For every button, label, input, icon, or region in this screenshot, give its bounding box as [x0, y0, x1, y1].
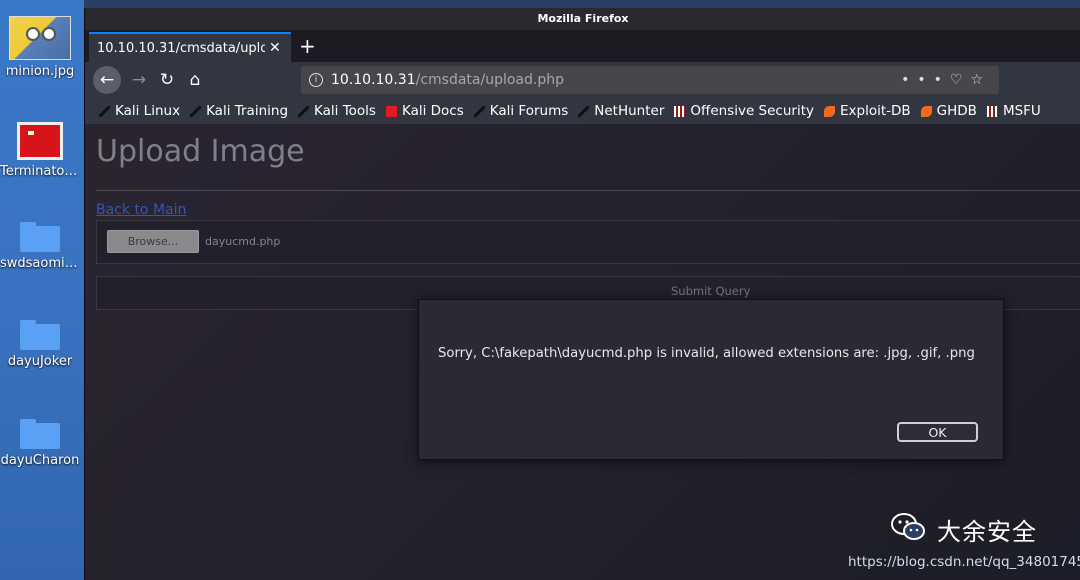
new-tab-button[interactable]: +	[299, 33, 316, 59]
bookmark-label: Kali Linux	[115, 103, 181, 119]
bookmark-msfu[interactable]: MSFU	[986, 103, 1041, 119]
bookmark-kali-training[interactable]: Kali Training	[190, 103, 288, 119]
bookmark-kali-linux[interactable]: Kali Linux	[99, 103, 180, 119]
wechat-icon	[891, 513, 925, 540]
back-button[interactable]: ←	[93, 66, 121, 94]
desktop-icon-label: dayuCharon	[0, 453, 80, 468]
home-button[interactable]: ⌂	[181, 66, 209, 94]
desktop-icon-swdsaomiao[interactable]: swdsaomiao	[0, 222, 80, 271]
kali-dragon-icon	[473, 105, 485, 117]
url-bar[interactable]: i 10.10.10.31/cmsdata/upload.php •••♡☆	[301, 66, 999, 94]
file-upload-field: Browse... dayucmd.php	[96, 220, 1080, 264]
bookmark-ghdb[interactable]: GHDB	[920, 103, 977, 119]
desktop-icon-dayucharon[interactable]: dayuCharon	[0, 419, 80, 468]
desktop-icon-minion[interactable]: minion.jpg	[0, 16, 80, 79]
selected-file-name: dayucmd.php	[205, 235, 281, 248]
bookmark-offensive-security[interactable]: Offensive Security	[674, 103, 814, 119]
alert-message: Sorry, C:\fakepath\dayucmd.php is invali…	[438, 346, 975, 361]
kali-docs-icon	[385, 105, 397, 117]
back-to-main-link[interactable]: Back to Main	[96, 202, 186, 218]
folder-icon	[20, 320, 60, 350]
nav-bar: ← → ↻ ⌂ i 10.10.10.31/cmsdata/upload.php…	[85, 62, 1080, 98]
folder-icon	[20, 222, 60, 252]
nethunter-icon	[578, 105, 590, 117]
bookmark-label: MSFU	[1002, 103, 1041, 119]
alert-dialog: Sorry, C:\fakepath\dayucmd.php is invali…	[418, 299, 1004, 460]
kali-dragon-icon	[298, 105, 310, 117]
desktop-icon-label: Terminator ...	[0, 164, 80, 179]
terminal-icon	[17, 122, 63, 160]
page-title: Upload Image	[96, 134, 305, 169]
url-path: /cmsdata/upload.php	[415, 72, 564, 88]
reload-button[interactable]: ↻	[153, 66, 181, 94]
submit-button-label: Submit Query	[671, 284, 751, 298]
image-thumbnail-icon	[9, 16, 71, 60]
bookmark-label: Exploit-DB	[840, 103, 911, 119]
bookmark-label: Kali Forums	[489, 103, 569, 119]
desktop-icon-dayujoker[interactable]: dayuJoker	[0, 320, 80, 369]
bookmark-label: NetHunter	[594, 103, 665, 119]
divider	[96, 190, 1080, 191]
bookmarks-toolbar: Kali Linux Kali Training Kali Tools Kali…	[85, 98, 1080, 124]
page-actions-icon[interactable]: •••	[901, 72, 950, 88]
forward-button[interactable]: →	[125, 66, 153, 94]
tab-title: 10.10.10.31/cmsdata/upload.php	[97, 40, 265, 56]
bookmark-kali-tools[interactable]: Kali Tools	[298, 103, 376, 119]
bookmark-exploit-db[interactable]: Exploit-DB	[824, 103, 911, 119]
kali-dragon-icon	[190, 105, 202, 117]
bookmark-star-icon[interactable]: ☆	[970, 72, 991, 88]
url-host: 10.10.10.31	[331, 72, 416, 88]
offsec-icon	[986, 105, 998, 117]
tab-upload[interactable]: 10.10.10.31/cmsdata/upload.php ✕	[89, 32, 291, 62]
offsec-icon	[674, 105, 686, 117]
bookmark-label: Offensive Security	[690, 103, 814, 119]
desktop-icon-label: swdsaomiao	[0, 256, 80, 271]
bookmark-kali-docs[interactable]: Kali Docs	[385, 103, 464, 119]
desktop-icon-label: minion.jpg	[5, 64, 75, 79]
bookmark-label: GHDB	[936, 103, 977, 119]
url-actions: •••♡☆	[901, 66, 991, 94]
bookmark-nethunter[interactable]: NetHunter	[578, 103, 664, 119]
tab-strip: 10.10.10.31/cmsdata/upload.php ✕ +	[85, 30, 1080, 62]
window-titlebar[interactable]: Mozilla Firefox	[85, 8, 1080, 30]
desktop-icon-label: dayuJoker	[7, 354, 73, 369]
browse-button[interactable]: Browse...	[107, 230, 199, 253]
exploitdb-icon	[920, 105, 932, 117]
pocket-icon[interactable]: ♡	[950, 72, 971, 88]
bookmark-kali-forums[interactable]: Kali Forums	[473, 103, 569, 119]
folder-icon	[20, 419, 60, 449]
desktop-icon-terminator[interactable]: Terminator ...	[0, 122, 80, 179]
bookmark-label: Kali Training	[206, 103, 289, 119]
bookmark-label: Kali Docs	[401, 103, 464, 119]
url-text: 10.10.10.31/cmsdata/upload.php	[331, 66, 564, 94]
desktop: minion.jpg Terminator ... swdsaomiao day…	[0, 0, 84, 580]
firefox-window: Mozilla Firefox 10.10.10.31/cmsdata/uplo…	[84, 8, 1080, 580]
watermark-url: https://blog.csdn.net/qq_34801745	[848, 554, 1080, 570]
exploitdb-icon	[824, 105, 835, 117]
info-icon[interactable]: i	[309, 73, 323, 87]
ok-button[interactable]: OK	[897, 422, 978, 442]
watermark-brand: 大余安全	[937, 518, 1037, 546]
close-icon[interactable]: ✕	[269, 40, 281, 56]
window-title: Mozilla Firefox	[537, 12, 629, 25]
kali-dragon-icon	[99, 105, 110, 117]
bookmark-label: Kali Tools	[314, 103, 376, 119]
